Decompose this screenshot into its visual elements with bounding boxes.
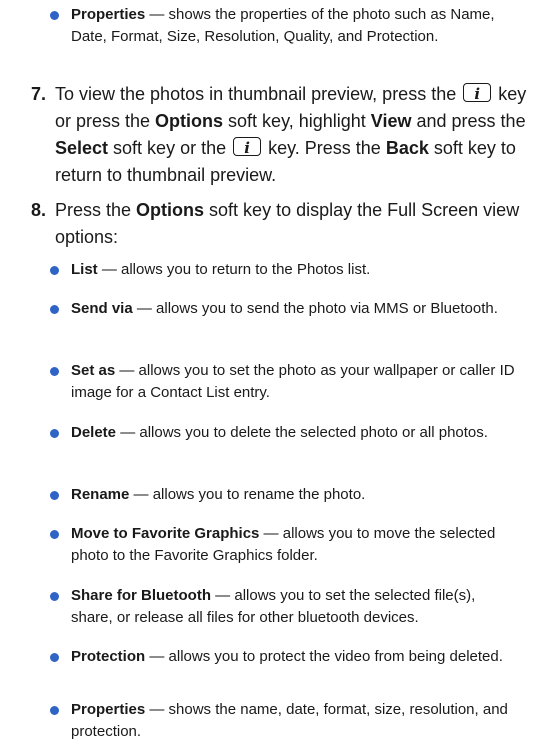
list-item-send-via: Send via — allows you to send the photo … <box>50 298 520 320</box>
bullet-icon <box>50 530 59 539</box>
option-term: Send via <box>71 300 133 317</box>
option-term: Set as <box>71 362 116 379</box>
bullet-icon <box>50 11 59 20</box>
list-item-protection: Protection — allows you to protect the v… <box>50 646 520 668</box>
option-term: Properties <box>71 701 146 718</box>
option-description: — allows you to protect the video from b… <box>145 648 503 665</box>
option-description: — allows you to return to the Photos lis… <box>97 261 371 278</box>
option-term: Move to Favorite Graphics <box>71 525 260 542</box>
list-item-delete: Delete — allows you to delete the select… <box>50 422 520 444</box>
list-item-properties: Properties — shows the name, date, forma… <box>50 699 520 743</box>
step-number: 7. <box>31 84 47 104</box>
bullet-icon <box>50 266 59 275</box>
list-item-properties-photo: Properties — shows the properties of the… <box>50 4 520 48</box>
manual-page: Properties — shows the properties of the… <box>0 0 540 746</box>
bullet-icon <box>50 653 59 662</box>
list-item-set-as: Set as — allows you to set the photo as … <box>50 360 520 404</box>
step-text: Press the Options soft key to display th… <box>55 200 520 247</box>
option-term: Share for Bluetooth <box>71 587 212 604</box>
option-description: — allows you to rename the photo. <box>129 486 366 503</box>
bullet-icon <box>50 491 59 500</box>
option-term: Protection <box>71 648 146 665</box>
option-term: Delete <box>71 424 117 441</box>
info-key-icon: i <box>463 83 492 103</box>
list-item-move-to-favorite-graphics: Move to Favorite Graphics — allows you t… <box>50 523 520 567</box>
option-description: — allows you to set the photo as your wa… <box>71 362 515 401</box>
step-7: 7. To view the photos in thumbnail previ… <box>31 81 527 189</box>
step-text: To view the photos in thumbnail preview,… <box>55 83 527 185</box>
list-item-share-for-bluetooth: Share for Bluetooth — allows you to set … <box>50 585 520 629</box>
bullet-icon <box>50 367 59 376</box>
bullet-icon <box>50 429 59 438</box>
info-key-icon: i <box>233 137 262 157</box>
bullet-icon <box>50 592 59 601</box>
option-term: Rename <box>71 486 130 503</box>
bullet-icon <box>50 305 59 314</box>
option-description: — allows you to send the photo via MMS o… <box>132 300 498 317</box>
list-item-list: List — allows you to return to the Photo… <box>50 259 520 281</box>
option-term: List <box>71 261 98 278</box>
step-number: 8. <box>31 200 47 220</box>
bullet-icon <box>50 706 59 715</box>
option-term: Properties <box>71 6 146 23</box>
option-description: — allows you to delete the selected phot… <box>116 424 488 441</box>
list-item-rename: Rename — allows you to rename the photo. <box>50 484 520 506</box>
step-8: 8. Press the Options soft key to display… <box>31 197 527 251</box>
